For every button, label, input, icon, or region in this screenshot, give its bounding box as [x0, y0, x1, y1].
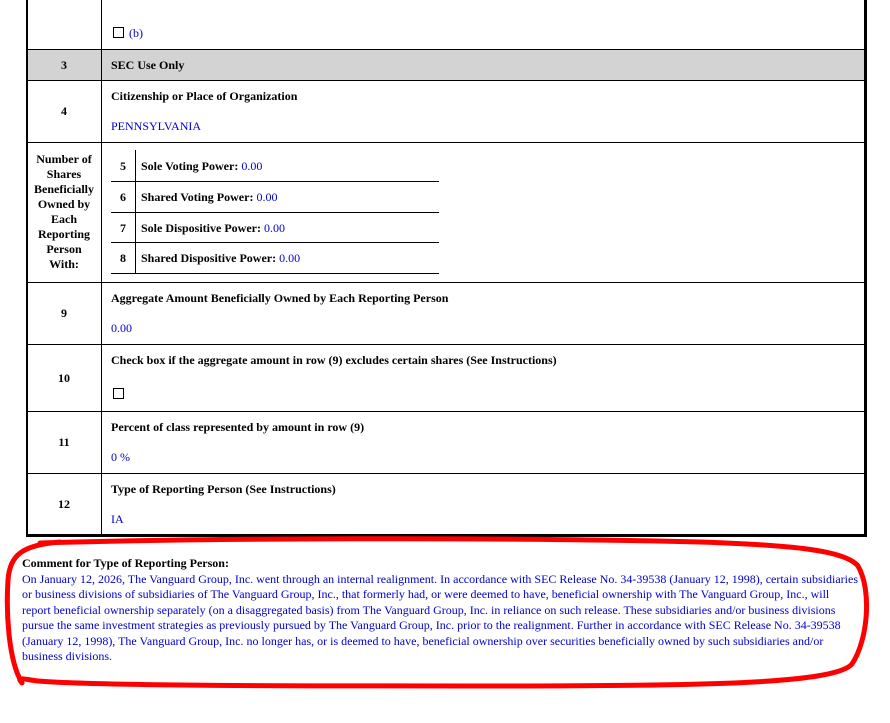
item-5-value: 0.00 [241, 159, 263, 173]
row-4-number: 4 [61, 104, 67, 118]
row-10-number: 10 [58, 371, 70, 385]
item-5-row: Sole Voting Power: 0.00 [141, 159, 262, 174]
row-9-number: 9 [61, 306, 67, 320]
row-3-label: SEC Use Only [111, 58, 185, 72]
subtable-separator [111, 181, 439, 182]
subtable-separator [111, 273, 439, 274]
row-11-number: 11 [58, 435, 70, 449]
row-12-number: 12 [58, 497, 70, 511]
item-6-label: Shared Voting Power: [141, 190, 254, 204]
shares-label-line: Shares [46, 167, 82, 181]
row-10-label: Check box if the aggregate amount in row… [111, 353, 557, 367]
table-bottom-border [26, 534, 867, 537]
excludes-shares-checkbox[interactable] [113, 388, 124, 399]
option-b-checkbox[interactable] [113, 27, 124, 38]
row-12-value: IA [111, 512, 124, 526]
item-7-label: Sole Dispositive Power: [141, 221, 261, 235]
item-5-number: 5 [120, 159, 126, 173]
row-separator [27, 142, 865, 143]
item-6-number: 6 [120, 190, 126, 204]
row-4-label: Citizenship or Place of Organization [111, 89, 298, 103]
shares-label-line: Beneficially [34, 182, 94, 196]
item-6-value: 0.00 [256, 190, 278, 204]
row-11-value: 0 % [111, 450, 130, 464]
option-b-label: (b) [129, 26, 143, 40]
row-separator [27, 473, 865, 474]
shares-label-line: With: [49, 257, 79, 271]
subtable-separator [111, 212, 439, 213]
row-9-value: 0.00 [111, 321, 132, 335]
item-5-label: Sole Voting Power: [141, 159, 239, 173]
comment-block: Comment for Type of Reporting Person: On… [22, 556, 858, 665]
row-3-number: 3 [61, 58, 67, 72]
row-4-value: PENNSYLVANIA [111, 119, 202, 133]
shares-label-line: Owned by [37, 197, 91, 211]
item-6-row: Shared Voting Power: 0.00 [141, 190, 277, 205]
row-9-label: Aggregate Amount Beneficially Owned by E… [111, 291, 449, 305]
item-8-label: Shared Dispositive Power: [141, 251, 277, 265]
shares-label-line: Number of [36, 152, 92, 166]
shares-owned-label: Number of Shares Beneficially Owned by E… [27, 152, 101, 272]
item-7-value: 0.00 [263, 221, 285, 235]
row-12-label: Type of Reporting Person (See Instructio… [111, 482, 336, 496]
row-separator [27, 344, 865, 345]
row-separator [27, 80, 865, 81]
item-8-row: Shared Dispositive Power: 0.00 [141, 251, 300, 266]
comment-text: On January 12, 2026, The Vanguard Group,… [22, 571, 858, 664]
row-separator [27, 411, 865, 412]
shares-label-line: Person [46, 242, 82, 256]
row-separator [27, 282, 865, 283]
comment-title: Comment for Type of Reporting Person: [22, 556, 229, 570]
row-11-label: Percent of class represented by amount i… [111, 420, 365, 434]
item-7-number: 7 [120, 221, 126, 235]
shares-label-line: Reporting [38, 227, 90, 241]
item-8-value: 0.00 [279, 251, 301, 265]
row-separator [27, 49, 865, 50]
item-7-row: Sole Dispositive Power: 0.00 [141, 221, 285, 236]
item-8-number: 8 [120, 251, 126, 265]
subtable-separator [111, 242, 439, 243]
shares-label-line: Each [50, 212, 77, 226]
